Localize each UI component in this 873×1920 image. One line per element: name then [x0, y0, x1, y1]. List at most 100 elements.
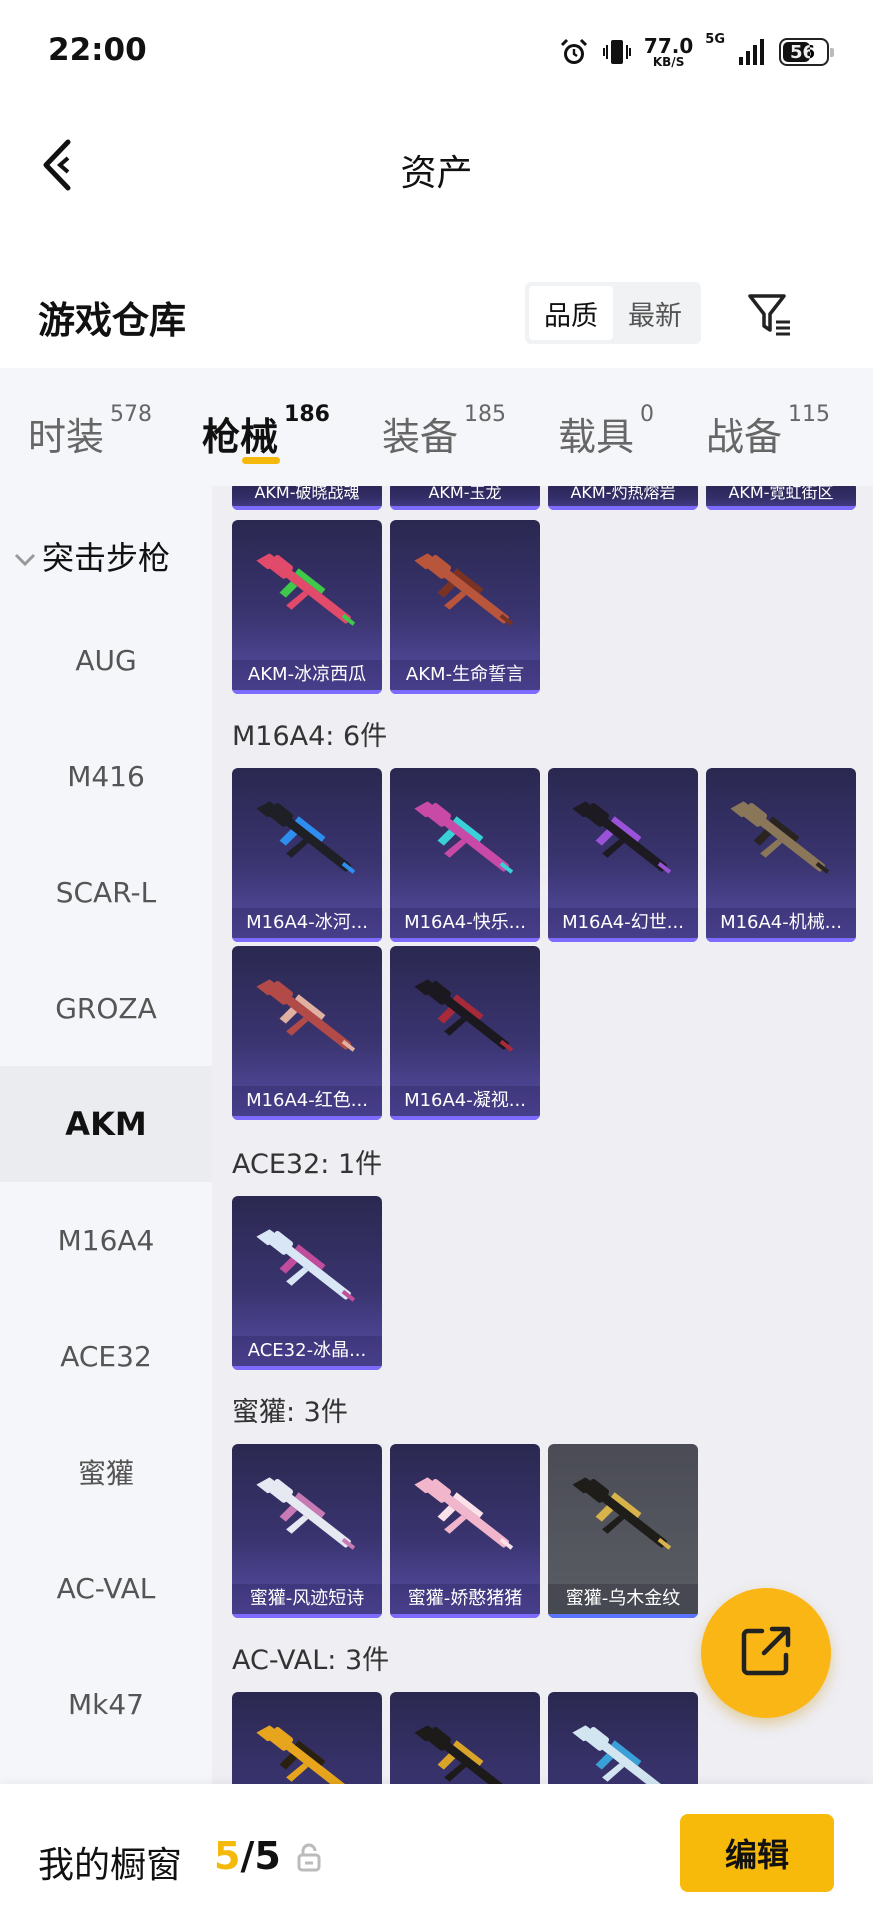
gun-skin-image	[390, 946, 540, 1086]
share-export-button[interactable]	[701, 1588, 831, 1718]
gun-skin-image	[390, 768, 540, 908]
chevron-down-icon	[14, 537, 36, 575]
tab-equipment[interactable]: 装备 185	[382, 368, 506, 486]
gun-skin-image	[232, 520, 382, 660]
skin-name: 蜜獾-风迹短诗	[232, 1584, 382, 1614]
skin-card[interactable]: AKM-生命誓言	[390, 520, 540, 694]
gun-skin-image	[548, 768, 698, 908]
skin-name: AKM-灼热熔岩	[548, 486, 698, 506]
rarity-bar	[232, 690, 382, 694]
category-tabs: 时装 578 枪械 186 装备 185 载具 0 战备 115	[0, 368, 873, 486]
showcase-count-separator: /	[240, 1834, 255, 1878]
skin-card[interactable]	[390, 1692, 540, 1784]
skin-name: M16A4-机械...	[706, 908, 856, 938]
skin-card[interactable]: M16A4-红色...	[232, 946, 382, 1120]
sort-option-newest[interactable]: 最新	[613, 286, 697, 340]
vibrate-icon	[602, 36, 632, 68]
sidebar-item-m16a4[interactable]: M16A4	[0, 1182, 212, 1298]
showcase-count-current: 5	[214, 1834, 241, 1878]
skin-card[interactable]: AKM-霓虹街区	[706, 486, 856, 510]
skin-card[interactable]: 蜜獾-乌木金纹	[548, 1444, 698, 1618]
tab-fashion[interactable]: 时装 578	[28, 368, 152, 486]
gun-skin-image	[232, 1196, 382, 1336]
network-type: 5G	[705, 32, 725, 47]
sidebar-item-groza[interactable]: GROZA	[0, 950, 212, 1066]
sidebar-group-assault-rifles[interactable]: 突击步枪	[14, 526, 170, 586]
battery-icon: 56	[779, 38, 834, 66]
skin-card[interactable]: 蜜獾-风迹短诗	[232, 1444, 382, 1618]
section-title: ACE32: 1件	[232, 1149, 383, 1180]
skin-card[interactable]: AKM-玉龙	[390, 486, 540, 510]
sidebar-item-honey-badger[interactable]: 蜜獾	[0, 1414, 212, 1530]
skin-name: M16A4-凝视...	[390, 1086, 540, 1116]
section-title: 蜜獾: 3件	[232, 1397, 348, 1428]
warehouse-header: 游戏仓库 品质 最新	[0, 262, 873, 362]
skin-card[interactable]: ACE32-冰晶...	[232, 1196, 382, 1370]
sidebar-item-mk47[interactable]: Mk47	[0, 1646, 212, 1762]
rarity-bar	[390, 1116, 540, 1120]
tab-label: 装备	[381, 415, 458, 459]
sidebar-item-akm[interactable]: AKM	[0, 1066, 212, 1182]
sidebar-item-scar-l[interactable]: SCAR-L	[0, 834, 212, 950]
showcase-count-total: 5	[254, 1834, 281, 1878]
rarity-bar	[548, 938, 698, 942]
signal-icon	[737, 37, 767, 67]
skin-card[interactable]: AKM-灼热熔岩	[548, 486, 698, 510]
filter-icon[interactable]	[740, 284, 800, 344]
app-root: 22:00 77.0 KB/S 5G 56 资产 游戏仓库 品质 最新 时装 5…	[0, 0, 873, 1920]
tab-label: 时装	[28, 415, 105, 459]
skin-name: AKM-破晓战魂	[232, 486, 382, 506]
gun-skin-image	[548, 1692, 698, 1784]
gun-skin-image	[390, 1692, 540, 1784]
net-speed-value: 77.0	[643, 34, 694, 58]
sidebar-item-m416[interactable]: M416	[0, 718, 212, 834]
tab-battle-gear[interactable]: 战备 115	[706, 368, 830, 486]
tab-count: 578	[110, 402, 153, 427]
sidebar-item-ace32[interactable]: ACE32	[0, 1298, 212, 1414]
skin-card[interactable]: 蜜獾-娇憨猪猪	[390, 1444, 540, 1618]
rarity-bar	[232, 506, 382, 510]
showcase-bar: 我的橱窗 5/5 编辑	[0, 1784, 873, 1920]
skin-name: AKM-玉龙	[390, 486, 540, 506]
tab-count: 186	[284, 402, 330, 427]
sort-option-quality[interactable]: 品质	[529, 286, 613, 340]
rarity-bar	[232, 1366, 382, 1370]
net-speed: 77.0 KB/S	[644, 36, 693, 68]
sidebar-group-label: 突击步枪	[42, 539, 171, 577]
tab-guns[interactable]: 枪械 186	[202, 368, 330, 486]
skin-card[interactable]: M16A4-机械...	[706, 768, 856, 942]
page-title: 资产	[400, 153, 473, 194]
skin-card[interactable]	[232, 1692, 382, 1784]
tab-label: 枪械	[202, 415, 279, 459]
skin-card[interactable]: M16A4-冰河...	[232, 768, 382, 942]
tab-count: 0	[640, 402, 654, 427]
top-nav: 资产	[0, 100, 873, 230]
rarity-bar	[232, 1116, 382, 1120]
rarity-bar	[232, 938, 382, 942]
rarity-bar	[232, 1614, 382, 1618]
net-speed-unit: KB/S	[652, 55, 685, 69]
tab-active-indicator	[242, 457, 281, 464]
sort-toggle: 品质 最新	[525, 282, 701, 344]
sidebar-item-aug[interactable]: AUG	[0, 602, 212, 718]
skin-name: AKM-冰凉西瓜	[232, 660, 382, 690]
skin-card[interactable]: AKM-冰凉西瓜	[232, 520, 382, 694]
tab-vehicles[interactable]: 载具 0	[558, 368, 654, 486]
skin-card[interactable]	[548, 1692, 698, 1784]
skin-name: M16A4-快乐...	[390, 908, 540, 938]
tab-count: 115	[788, 402, 831, 427]
skin-name: M16A4-幻世...	[548, 908, 698, 938]
skin-name: M16A4-冰河...	[232, 908, 382, 938]
sidebar-item-ac-val[interactable]: AC-VAL	[0, 1530, 212, 1646]
skin-name: AKM-生命誓言	[390, 660, 540, 690]
rarity-bar	[390, 938, 540, 942]
skin-card[interactable]: M16A4-幻世...	[548, 768, 698, 942]
skin-card[interactable]: M16A4-快乐...	[390, 768, 540, 942]
warehouse-title: 游戏仓库	[38, 299, 186, 342]
lock-icon[interactable]	[296, 1842, 322, 1872]
skin-card[interactable]: M16A4-凝视...	[390, 946, 540, 1120]
skin-card[interactable]: AKM-破晓战魂	[232, 486, 382, 510]
battery-level: 56	[790, 41, 816, 63]
edit-button[interactable]: 编辑	[680, 1814, 834, 1892]
gun-skin-image	[232, 1692, 382, 1784]
